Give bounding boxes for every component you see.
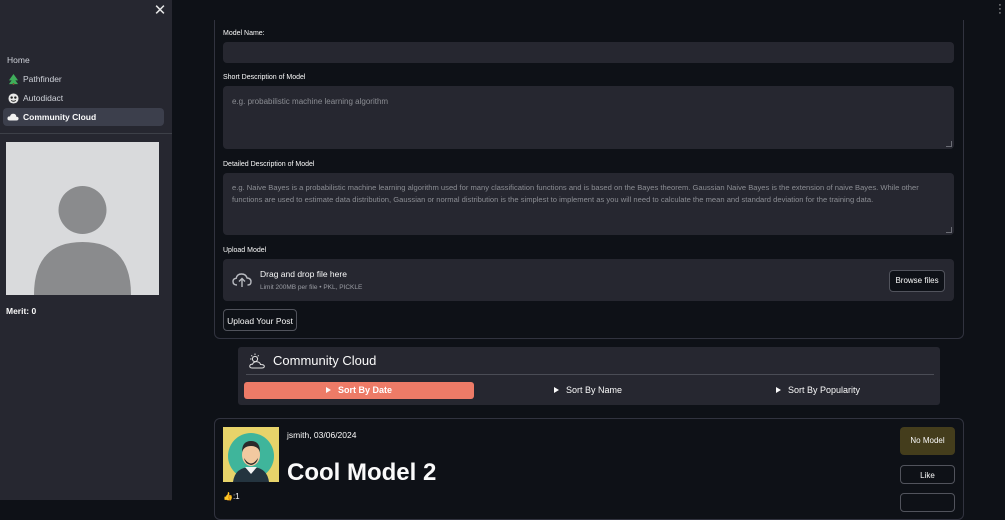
panel-divider	[246, 374, 934, 375]
sort-label: Sort By Date	[337, 385, 392, 395]
merit-label: Merit:	[6, 306, 30, 316]
community-cloud-title: Community Cloud	[273, 353, 377, 368]
cloud-upload-icon	[232, 271, 252, 289]
merit-value: 0	[31, 306, 37, 316]
sidebar-item-community-cloud[interactable]: Community Cloud	[3, 108, 164, 126]
sun-cloud-icon	[248, 353, 266, 369]
detailed-desc-placeholder: e.g. Naive Bayes is a probabilistic mach…	[232, 183, 919, 204]
sidebar-item-pathfinder[interactable]: Pathfinder	[3, 70, 164, 88]
dropzone-title: Drag and drop file here	[260, 269, 347, 279]
post-action-button[interactable]	[900, 493, 955, 512]
post-author-date: jsmith, 03/06/2024	[287, 430, 357, 440]
tree-icon	[7, 73, 19, 85]
cloud-icon	[7, 111, 19, 123]
sidebar-item-home[interactable]: Home	[3, 51, 164, 69]
play-icon	[775, 386, 781, 393]
sort-by-name-button[interactable]: Sort By Name	[488, 382, 688, 399]
profile-avatar	[6, 142, 159, 295]
upload-model-label: Upload Model	[223, 247, 267, 254]
sidebar-item-label: Pathfinder	[23, 74, 62, 84]
sort-label: Sort By Popularity	[787, 385, 861, 395]
merit-display: Merit: 0	[6, 306, 36, 316]
upload-post-button[interactable]: Upload Your Post	[223, 309, 297, 331]
resize-handle-icon[interactable]	[946, 141, 952, 147]
model-name-label: Model Name:	[223, 30, 265, 37]
sidebar-nav: Home Pathfinder Autodidact Community Clo…	[0, 51, 172, 127]
detailed-desc-label: Detailed Description of Model	[223, 161, 315, 168]
sidebar-item-label: Community Cloud	[23, 112, 97, 122]
like-button[interactable]: Like	[900, 465, 955, 484]
no-model-badge: No Model	[900, 427, 955, 455]
sort-by-popularity-button[interactable]: Sort By Popularity	[718, 382, 918, 399]
sidebar-item-label: Autodidact	[23, 93, 64, 103]
play-icon	[325, 386, 331, 393]
sort-label: Sort By Name	[565, 385, 623, 395]
short-desc-label: Short Description of Model	[223, 74, 306, 81]
sidebar: ✕ Home Pathfinder Autodidact Community C…	[0, 0, 172, 500]
person-silhouette-icon	[6, 142, 159, 295]
close-sidebar-icon[interactable]: ✕	[150, 2, 170, 20]
resize-handle-icon[interactable]	[946, 227, 952, 233]
play-icon	[553, 386, 559, 393]
browse-files-button[interactable]: Browse files	[889, 270, 945, 292]
sidebar-item-autodidact[interactable]: Autodidact	[3, 89, 164, 107]
dropzone-limit: Limit 200MB per file • PKL, PICKLE	[260, 284, 363, 291]
short-desc-placeholder: e.g. probabilistic machine learning algo…	[232, 97, 389, 106]
post-title: Cool Model 2	[287, 459, 437, 486]
post-card: jsmith, 03/06/2024 Cool Model 2 👍:1 No M…	[214, 418, 964, 520]
mask-icon	[7, 92, 19, 104]
cartoon-avatar-icon	[223, 427, 279, 482]
file-dropzone[interactable]: Drag and drop file here Limit 200MB per …	[223, 259, 954, 301]
model-name-input[interactable]	[223, 42, 954, 63]
detailed-desc-textarea[interactable]: e.g. Naive Bayes is a probabilistic mach…	[223, 173, 954, 235]
author-avatar	[223, 427, 279, 482]
sidebar-divider	[0, 133, 172, 134]
sidebar-item-label: Home	[7, 55, 30, 65]
community-cloud-panel: Community Cloud Sort By Date Sort By Nam…	[238, 347, 940, 405]
main-menu-icon[interactable]: · · ·	[997, 0, 1003, 19]
short-desc-textarea[interactable]: e.g. probabilistic machine learning algo…	[223, 86, 954, 149]
sort-by-date-button[interactable]: Sort By Date	[244, 382, 474, 399]
